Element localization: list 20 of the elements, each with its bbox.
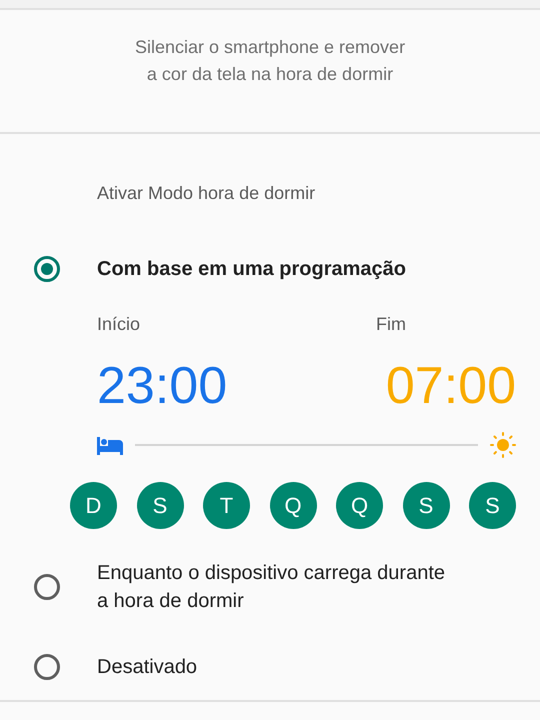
end-label: Fim [376, 313, 407, 336]
description-text: Silenciar o smartphone e remover a cor da tela na hora de dormir [134, 36, 406, 86]
sun-icon [490, 432, 516, 458]
section-title: Ativar Modo hora de dormir [97, 182, 316, 205]
option-label[interactable]: Enquanto o dispositivo carrega durante a hora de dormir [97, 559, 457, 615]
radio-button[interactable] [34, 256, 60, 282]
option-label[interactable]: Desativado [97, 653, 457, 681]
start-time[interactable]: 23:00 [97, 354, 228, 418]
radio-button[interactable] [34, 574, 60, 600]
radio-button[interactable] [34, 654, 60, 680]
day-toggle[interactable]: Q [336, 482, 383, 529]
day-toggle[interactable]: T [203, 482, 250, 529]
day-toggle[interactable]: S [402, 482, 450, 529]
day-toggle[interactable]: D [70, 482, 117, 529]
option-label[interactable]: Com base em uma programação [97, 255, 406, 283]
start-label: Início [97, 313, 140, 336]
day-toggle[interactable]: S [469, 482, 516, 529]
day-toggle[interactable]: Q [270, 482, 316, 529]
day-toggle[interactable]: S [136, 482, 184, 529]
bed-icon [97, 435, 123, 455]
